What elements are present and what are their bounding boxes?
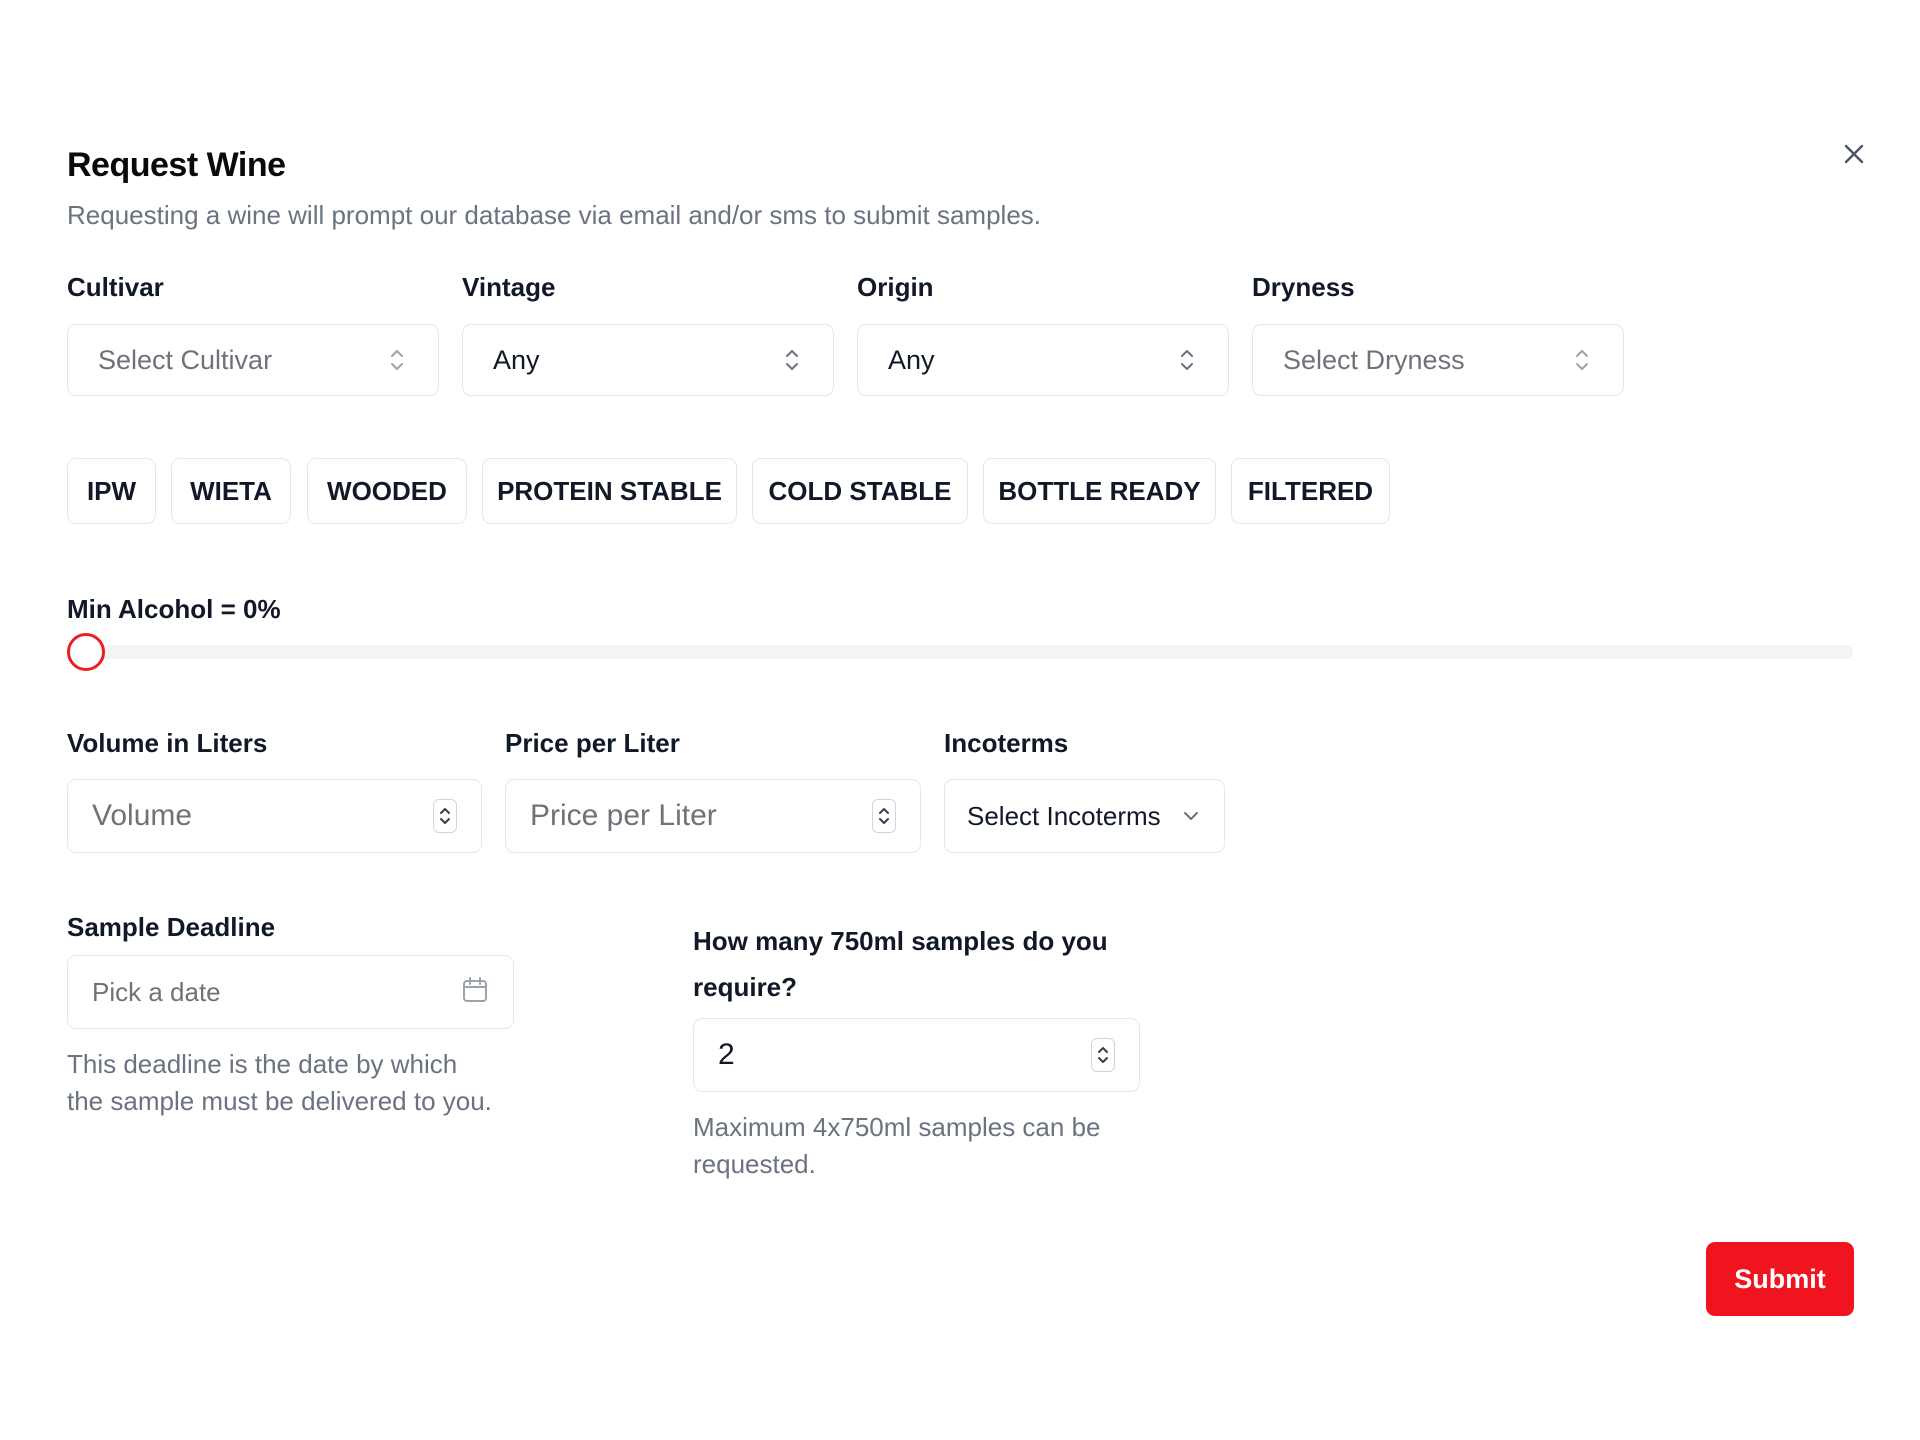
chevrons-up-down-icon [1176,345,1198,375]
vintage-value: Any [493,344,540,375]
vintage-select[interactable]: Any [462,324,834,396]
alcohol-slider-track[interactable] [67,645,1853,659]
chevrons-up-down-icon [1571,345,1593,375]
tag-protein-stable[interactable]: PROTEIN STABLE [482,458,737,524]
cultivar-select[interactable]: Select Cultivar [67,324,439,396]
chevron-down-icon [1180,801,1202,831]
cultivar-value: Select Cultivar [98,344,273,375]
deadline-helper-line: the sample must be delivered to you. [67,1086,492,1116]
tag-filtered[interactable]: FILTERED [1231,458,1390,524]
chevrons-up-down-icon [386,345,408,375]
samples-helper-text: Maximum 4x750ml samples can be requested… [693,1109,1101,1183]
incoterms-value: Select Incoterms [967,800,1161,831]
samples-helper-line: requested. [693,1149,816,1179]
sample-deadline-date-picker[interactable]: Pick a date [67,955,514,1029]
close-icon [1844,144,1864,164]
vintage-label: Vintage [462,272,556,302]
samples-helper-line: Maximum 4x750ml samples can be [693,1112,1101,1142]
cultivar-label: Cultivar [67,272,164,302]
volume-input[interactable]: Volume [67,779,482,853]
origin-select[interactable]: Any [857,324,1229,396]
tag-ipw[interactable]: IPW [67,458,156,524]
sample-deadline-label: Sample Deadline [67,912,276,942]
price-per-liter-input[interactable]: Price per Liter [505,779,921,853]
chevrons-up-down-icon [781,345,803,375]
price-placeholder: Price per Liter [530,799,717,832]
samples-label-line: require? [693,972,798,1002]
samples-count-value: 2 [718,1038,735,1071]
date-placeholder: Pick a date [92,976,221,1007]
samples-label-line: How many 750ml samples do you [693,926,1108,956]
close-button[interactable] [1836,136,1872,172]
tag-cold-stable[interactable]: COLD STABLE [752,458,968,524]
dryness-value: Select Dryness [1283,344,1465,375]
dryness-label: Dryness [1252,272,1355,302]
min-alcohol-label: Min Alcohol = 0% [67,594,281,624]
request-wine-dialog: Request Wine Requesting a wine will prom… [0,0,1920,1440]
number-stepper-icon[interactable] [1091,1038,1115,1072]
samples-count-input[interactable]: 2 [693,1018,1140,1092]
origin-label: Origin [857,272,934,302]
alcohol-slider-thumb[interactable] [67,633,105,671]
submit-button[interactable]: Submit [1706,1242,1854,1316]
dialog-title: Request Wine [67,146,286,184]
incoterms-label: Incoterms [944,728,1069,758]
volume-placeholder: Volume [92,799,193,832]
tag-bottle-ready[interactable]: BOTTLE READY [983,458,1216,524]
calendar-icon [461,976,489,1009]
number-stepper-icon[interactable] [872,799,896,833]
number-stepper-icon[interactable] [433,799,457,833]
dialog-subtitle: Requesting a wine will prompt our databa… [67,200,1042,230]
deadline-helper-text: This deadline is the date by which the s… [67,1046,492,1120]
volume-label: Volume in Liters [67,728,268,758]
dryness-select[interactable]: Select Dryness [1252,324,1624,396]
incoterms-select[interactable]: Select Incoterms [944,779,1225,853]
origin-value: Any [888,344,935,375]
tag-wooded[interactable]: WOODED [307,458,467,524]
deadline-helper-line: This deadline is the date by which [67,1049,458,1079]
samples-label: How many 750ml samples do you require? [693,918,1108,1010]
tag-wieta[interactable]: WIETA [171,458,291,524]
price-label: Price per Liter [505,728,680,758]
